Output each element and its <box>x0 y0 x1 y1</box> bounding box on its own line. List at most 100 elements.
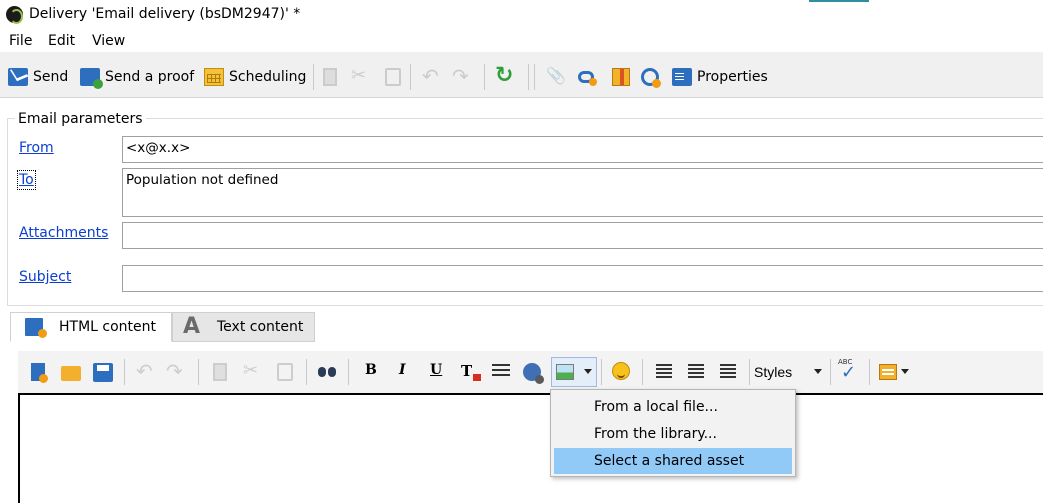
editor-copy-button[interactable] <box>210 361 232 383</box>
gift-icon <box>612 68 630 86</box>
block-icon <box>879 364 897 380</box>
properties-button[interactable]: Properties <box>672 66 768 88</box>
insert-image-menu: From a local file... From the library...… <box>550 389 796 477</box>
no-link-icon <box>641 68 661 88</box>
email-parameters-title: Email parameters <box>15 111 146 127</box>
link-icon <box>578 71 597 86</box>
spellcheck-button[interactable] <box>838 358 860 383</box>
editor-redo-button[interactable] <box>166 359 188 383</box>
send-label: Send <box>33 69 69 85</box>
html-editor-area[interactable] <box>18 393 1043 503</box>
to-value: Population not defined <box>126 172 279 188</box>
find-button[interactable] <box>317 361 339 383</box>
title-bar: Delivery 'Email delivery (bsDM2947)' * <box>0 0 1043 30</box>
toolbar-separator <box>534 64 535 90</box>
toolbar-separator <box>528 64 529 90</box>
chevron-down-icon[interactable] <box>901 369 909 374</box>
paste-button[interactable] <box>382 66 404 88</box>
binoculars-icon <box>317 361 339 383</box>
toolbar-separator <box>306 359 307 385</box>
toolbar-separator <box>410 64 411 90</box>
globe-icon <box>523 363 544 384</box>
menu-item-shared-asset[interactable]: Select a shared asset <box>554 448 792 474</box>
underline-button[interactable]: U <box>430 362 442 378</box>
spellcheck-icon <box>838 358 860 383</box>
refresh-button[interactable] <box>494 63 516 88</box>
tab-text-content[interactable]: A Text content <box>172 312 315 342</box>
from-value: <x@x.x> <box>126 140 191 156</box>
attachments-field[interactable] <box>122 222 1043 249</box>
scheduling-label: Scheduling <box>229 69 307 85</box>
menu-file[interactable]: File <box>9 33 32 49</box>
undo-button[interactable] <box>422 64 444 88</box>
proof-envelope-icon <box>80 68 103 89</box>
save-icon <box>93 363 113 382</box>
undo-icon <box>136 359 156 383</box>
menu-item-library[interactable]: From the library... <box>554 421 792 447</box>
title-bar-accent <box>809 0 869 2</box>
menu-view[interactable]: View <box>92 33 125 49</box>
editor-paste-button[interactable] <box>274 361 296 383</box>
text-color-icon: T <box>461 362 481 382</box>
styles-select[interactable]: Styles <box>754 360 792 384</box>
insert-image-button[interactable] <box>555 361 577 383</box>
subject-field[interactable] <box>122 265 1043 292</box>
align-right-button[interactable] <box>718 361 740 383</box>
open-button[interactable] <box>60 361 82 383</box>
copy-icon <box>323 68 337 86</box>
styles-label: Styles <box>754 364 793 380</box>
chevron-down-icon[interactable] <box>584 369 592 374</box>
offer-button[interactable] <box>610 66 632 88</box>
italic-button[interactable]: I <box>399 362 406 378</box>
chevron-down-icon[interactable] <box>814 369 822 374</box>
redo-button[interactable] <box>452 64 474 88</box>
menu-edit[interactable]: Edit <box>48 33 75 49</box>
insert-link-button[interactable] <box>522 361 544 384</box>
properties-label: Properties <box>697 69 768 85</box>
from-label[interactable]: From <box>19 140 54 156</box>
text-color-button[interactable]: T <box>460 361 482 383</box>
subject-label[interactable]: Subject <box>19 269 71 285</box>
clipboard-icon <box>672 68 692 86</box>
toolbar-separator <box>198 359 199 385</box>
to-field[interactable]: Population not defined <box>122 168 1043 217</box>
attach-button[interactable] <box>545 66 567 88</box>
html-document-icon <box>25 318 47 338</box>
toolbar-separator <box>601 359 602 385</box>
from-field[interactable]: <x@x.x> <box>122 136 1043 163</box>
new-document-button[interactable] <box>28 361 50 383</box>
new-document-icon <box>31 363 48 383</box>
editor-cut-button[interactable] <box>242 360 264 383</box>
attachments-label[interactable]: Attachments <box>19 225 108 241</box>
scheduling-button[interactable]: Scheduling <box>204 66 306 88</box>
send-proof-button[interactable]: Send a proof <box>80 66 195 89</box>
send-proof-label: Send a proof <box>105 69 195 85</box>
to-label[interactable]: To <box>17 170 36 190</box>
insert-block-button[interactable] <box>878 361 900 383</box>
copy-icon <box>213 363 227 381</box>
tab-html-content[interactable]: HTML content <box>10 312 172 342</box>
tab-html-label: HTML content <box>59 319 157 335</box>
send-button[interactable]: Send <box>8 66 68 88</box>
cut-button[interactable] <box>350 65 372 88</box>
align-left-button[interactable] <box>654 361 676 383</box>
toolbar-separator <box>869 359 870 385</box>
copy-button[interactable] <box>320 66 342 88</box>
save-button[interactable] <box>92 361 114 383</box>
list-icon <box>490 361 512 383</box>
toolbar-separator <box>749 359 750 385</box>
menu-item-local-file[interactable]: From a local file... <box>554 394 792 420</box>
link-button[interactable] <box>577 66 599 88</box>
bold-button[interactable]: B <box>365 362 377 378</box>
toolbar-separator <box>484 64 485 90</box>
paste-icon <box>385 68 401 86</box>
app-logo-icon <box>6 6 23 24</box>
toolbar-separator <box>830 359 831 385</box>
align-left-icon <box>654 361 676 383</box>
align-center-button[interactable] <box>686 361 708 383</box>
emoji-button[interactable] <box>611 361 633 383</box>
unlink-button[interactable] <box>640 66 662 88</box>
editor-undo-button[interactable] <box>136 359 158 383</box>
tab-text-label: Text content <box>217 319 304 335</box>
bullet-list-button[interactable] <box>490 361 512 383</box>
